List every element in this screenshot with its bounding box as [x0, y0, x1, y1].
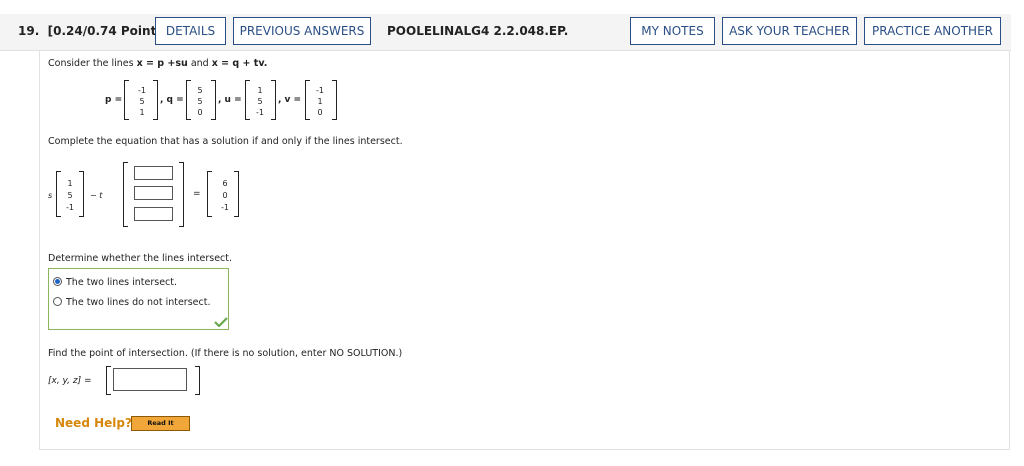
rhs-right-bracket	[234, 171, 239, 217]
checkmark-icon	[214, 317, 228, 327]
equation-input-left-bracket	[123, 162, 128, 227]
ask-your-teacher-button[interactable]: ASK YOUR TEACHER	[722, 17, 857, 45]
v-label: , v =	[278, 95, 302, 105]
q-right-bracket	[211, 80, 216, 120]
point-right-bracket	[195, 366, 200, 395]
practice-another-button[interactable]: PRACTICE ANOTHER	[864, 17, 1001, 45]
read-it-button[interactable]: Read It	[131, 416, 190, 431]
equation-minus-t: − t	[90, 191, 103, 200]
previous-answers-button[interactable]: PREVIOUS ANSWERS	[233, 17, 371, 45]
rhs-left-bracket	[207, 171, 212, 217]
v-vector: -1 1 0	[316, 86, 324, 117]
v-right-bracket	[332, 80, 337, 120]
q-vector: 550	[197, 86, 203, 117]
determine-instruction: Determine whether the lines intersect.	[48, 253, 233, 264]
p-left-bracket	[124, 80, 129, 120]
option-not-intersect-label[interactable]: The two lines do not intersect.	[66, 297, 210, 308]
need-help-label: Need Help?	[55, 416, 132, 430]
equation-u-vector: 1 5 -1	[66, 179, 74, 212]
option-intersect-label[interactable]: The two lines intersect.	[66, 277, 177, 288]
point-label: [x, y, z] =	[48, 376, 92, 386]
details-button[interactable]: DETAILS	[155, 17, 226, 45]
equation-input-2[interactable]	[134, 186, 173, 200]
point-instruction: Find the point of intersection. (If ther…	[48, 348, 403, 359]
not-intersect-radio[interactable]	[53, 297, 62, 306]
rhs-vector: 6 0 -1	[221, 179, 229, 212]
u-vector: 1 5 -1	[256, 86, 264, 117]
u-left-bracket	[245, 80, 250, 120]
point-input[interactable]	[113, 368, 187, 391]
u-label: , u =	[218, 95, 242, 105]
equation-equals: =	[193, 189, 201, 199]
q-left-bracket	[186, 80, 191, 120]
p-label: p =	[105, 95, 123, 105]
equation-u-left-bracket	[56, 171, 61, 217]
equation-input-3[interactable]	[134, 207, 173, 221]
problem-intro: Consider the lines x = p +su and x = q +…	[48, 58, 268, 69]
question-header: 19. [0.24/0.74 Points] DETAILS PREVIOUS …	[0, 14, 1011, 51]
v-left-bracket	[305, 80, 310, 120]
equation-u-right-bracket	[79, 171, 84, 217]
u-right-bracket	[271, 80, 276, 120]
my-notes-button[interactable]: MY NOTES	[630, 17, 715, 45]
equation-input-right-bracket	[179, 162, 184, 227]
p-right-bracket	[153, 80, 158, 120]
equation-input-1[interactable]	[134, 166, 173, 180]
complete-equation-instruction: Complete the equation that has a solutio…	[48, 136, 403, 147]
p-vector: -1 5 1	[138, 86, 146, 117]
intersect-radio[interactable]	[53, 277, 62, 286]
question-number: 19. [0.24/0.74 Points]	[18, 24, 169, 38]
equation-s: s	[48, 191, 53, 200]
points-label: [0.24/0.74 Points]	[47, 24, 169, 38]
point-left-bracket	[106, 366, 111, 395]
problem-code: POOLELINALG4 2.2.048.EP.	[387, 24, 569, 38]
q-label: , q =	[160, 95, 184, 105]
